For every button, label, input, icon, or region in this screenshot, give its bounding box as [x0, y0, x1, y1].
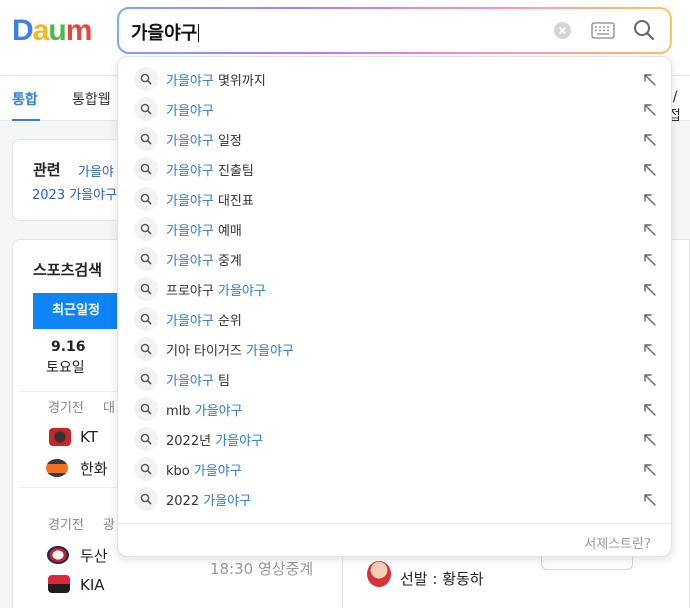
clear-icon[interactable]	[554, 22, 571, 39]
fill-query-arrow-icon[interactable]	[643, 492, 657, 506]
suggestion-item[interactable]: 가을야구 팀	[118, 364, 671, 394]
suggestion-text: 가을야구 중계	[166, 254, 242, 269]
suggestion-item[interactable]: 가을야구 중계	[118, 244, 671, 274]
suggestion-item[interactable]: 2022 가을야구	[118, 484, 671, 514]
fill-query-arrow-icon[interactable]	[643, 162, 657, 176]
search-icon	[134, 247, 158, 271]
suggestion-text: 기아 타이거즈 가을야구	[166, 344, 294, 359]
search-icon	[134, 337, 158, 361]
fill-query-arrow-icon[interactable]	[643, 342, 657, 356]
suggestion-item[interactable]: 가을야구 대진표	[118, 184, 671, 214]
pitcher-avatar	[367, 561, 391, 587]
suggestion-text: 가을야구 진출팀	[166, 164, 254, 179]
search-icon	[134, 307, 158, 331]
team-name[interactable]: 한화	[80, 458, 108, 479]
search-icon	[134, 487, 158, 511]
suggestion-text: 가을야구 일정	[166, 134, 242, 149]
fill-query-arrow-icon[interactable]	[643, 402, 657, 416]
search-input[interactable]: 가을야구	[131, 19, 199, 45]
suggestion-text: kbo 가을야구	[166, 464, 242, 479]
team-name[interactable]: 두산	[80, 545, 108, 566]
suggestion-text: 가을야구 대진표	[166, 194, 254, 209]
suggestion-text: 2022년 가을야구	[166, 434, 264, 449]
schedule-date: 9.16	[51, 339, 86, 355]
suggestion-item[interactable]: kbo 가을야구	[118, 454, 671, 484]
sports-title: 스포츠검색	[33, 261, 103, 279]
team-logo-hanwha	[46, 459, 68, 477]
tab-integrated[interactable]: 통합	[12, 89, 38, 109]
game-venue: 광	[103, 518, 115, 533]
fill-query-arrow-icon[interactable]	[643, 312, 657, 326]
suggestion-item[interactable]: 2022년 가을야구	[118, 424, 671, 454]
fill-query-arrow-icon[interactable]	[643, 192, 657, 206]
fill-query-arrow-icon[interactable]	[643, 102, 657, 116]
search-icon	[134, 97, 158, 121]
suggestion-item[interactable]: 가을야구	[118, 94, 671, 124]
search-icon	[134, 397, 158, 421]
search-icon	[134, 187, 158, 211]
suggestion-item[interactable]: 프로야구 가을야구	[118, 274, 671, 304]
keyboard-icon[interactable]	[591, 22, 615, 39]
team-name[interactable]: KIA	[80, 576, 105, 594]
suggestion-text: 가을야구 몇위까지	[166, 74, 266, 89]
daum-logo[interactable]: Daum	[12, 14, 92, 48]
tab-integrated-web[interactable]: 통합웹	[72, 89, 111, 109]
suggestion-text: 2022 가을야구	[166, 494, 252, 509]
search-icon	[134, 457, 158, 481]
search-icon	[134, 157, 158, 181]
related-link[interactable]: 가을야	[78, 161, 114, 180]
game-time[interactable]: 18:30 영상중계	[210, 558, 313, 579]
fill-query-arrow-icon[interactable]	[643, 222, 657, 236]
search-icon	[134, 217, 158, 241]
fill-query-arrow-icon[interactable]	[643, 432, 657, 446]
suggestion-item[interactable]: 가을야구 몇위까지	[118, 64, 671, 94]
suggestion-item[interactable]: 기아 타이거즈 가을야구	[118, 334, 671, 364]
search-icon[interactable]	[633, 19, 655, 41]
fill-query-arrow-icon[interactable]	[643, 282, 657, 296]
search-icon	[134, 127, 158, 151]
suggestion-text: 가을야구 팀	[166, 374, 230, 389]
related-title: 관련	[33, 161, 61, 179]
suggestion-item[interactable]: mlb 가을야구	[118, 394, 671, 424]
team-name[interactable]: KT	[80, 428, 98, 446]
fill-query-arrow-icon[interactable]	[643, 462, 657, 476]
suggestion-text: 가을야구 순위	[166, 314, 242, 329]
fill-query-arrow-icon[interactable]	[643, 132, 657, 146]
search-icon	[134, 367, 158, 391]
game-venue: 대	[103, 401, 115, 416]
suggestion-item[interactable]: 가을야구 순위	[118, 304, 671, 334]
active-tab-underline	[12, 119, 40, 121]
team-logo-kt	[49, 428, 71, 446]
search-icon	[134, 427, 158, 451]
schedule-weekday: 토요일	[46, 360, 85, 376]
team-logo-doosan	[47, 546, 69, 564]
fill-query-arrow-icon[interactable]	[643, 72, 657, 86]
fill-query-arrow-icon[interactable]	[643, 252, 657, 266]
search-icon	[134, 277, 158, 301]
dropdown-footer: 서제스트란?	[118, 523, 671, 557]
suggestion-text: 가을야구 예매	[166, 224, 242, 239]
fill-query-arrow-icon[interactable]	[643, 372, 657, 386]
autocomplete-dropdown: 가을야구 몇위까지가을야구가을야구 일정가을야구 진출팀가을야구 대진표가을야구…	[117, 56, 672, 557]
suggestion-text: mlb 가을야구	[166, 404, 243, 419]
suggestion-item[interactable]: 가을야구 예매	[118, 214, 671, 244]
suggest-help-link[interactable]: 서제스트란?	[584, 533, 651, 552]
tab-recent-schedule[interactable]: 최근일정	[33, 293, 119, 329]
suggestion-item[interactable]: 가을야구 일정	[118, 124, 671, 154]
starting-pitcher[interactable]: 선발 : 황동하	[400, 568, 484, 589]
game-status: 경기전	[48, 401, 84, 416]
search-icon	[134, 67, 158, 91]
suggestion-text: 프로야구 가을야구	[166, 284, 266, 299]
search-box[interactable]: 가을야구	[117, 7, 672, 54]
team-logo-kia	[48, 575, 70, 593]
suggestion-text: 가을야구	[166, 104, 214, 119]
suggestion-item[interactable]: 가을야구 진출팀	[118, 154, 671, 184]
game-status: 경기전	[48, 518, 84, 533]
related-link[interactable]: 2023 가을야구	[32, 184, 117, 203]
